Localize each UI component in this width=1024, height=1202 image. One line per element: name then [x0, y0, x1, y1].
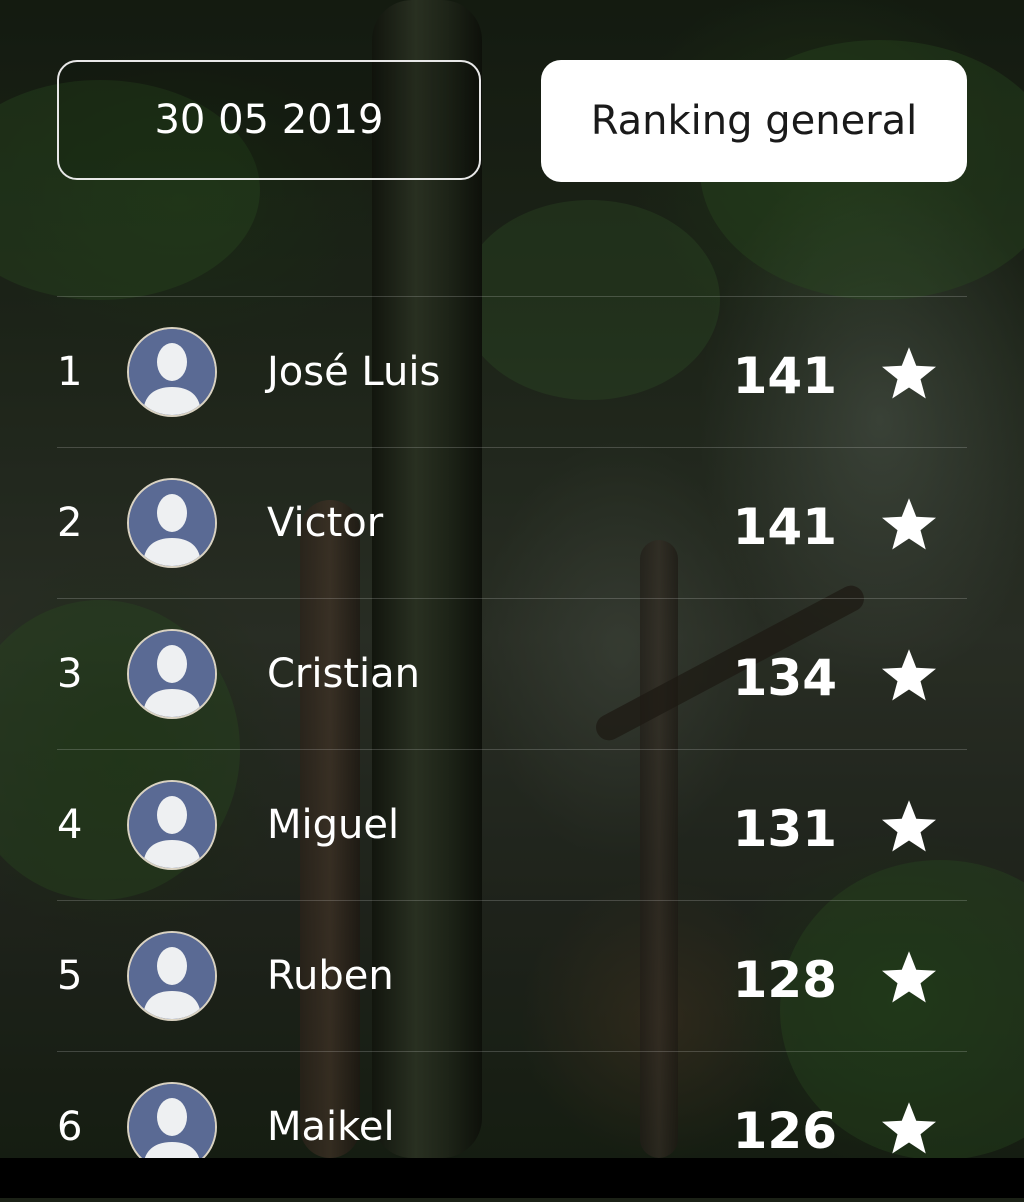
player-name: Ruben	[267, 953, 394, 999]
bottom-bar	[0, 1158, 1024, 1198]
date-button[interactable]: 30 05 2019	[57, 60, 481, 180]
player-name: José Luis	[267, 349, 441, 395]
star-icon[interactable]	[879, 949, 939, 1007]
ranking-general-button[interactable]: Ranking general	[541, 60, 967, 182]
star-icon[interactable]	[879, 798, 939, 856]
header: 30 05 2019 Ranking general	[57, 60, 967, 182]
player-name: Cristian	[267, 651, 420, 697]
rank-position: 4	[57, 802, 83, 848]
star-icon[interactable]	[879, 647, 939, 705]
user-silhouette-icon	[129, 782, 215, 868]
star-icon[interactable]	[879, 1100, 939, 1158]
player-name: Victor	[267, 500, 384, 546]
ranking-row[interactable]: 2 Victor 141	[57, 447, 967, 598]
user-silhouette-icon	[129, 933, 215, 1019]
avatar	[127, 931, 217, 1021]
avatar	[127, 780, 217, 870]
player-points: 141	[732, 498, 837, 556]
player-points: 134	[732, 649, 837, 707]
user-silhouette-icon	[129, 631, 215, 717]
rank-position: 1	[57, 349, 83, 395]
star-icon[interactable]	[879, 496, 939, 554]
user-silhouette-icon	[129, 480, 215, 566]
star-icon[interactable]	[879, 345, 939, 403]
avatar	[127, 327, 217, 417]
player-points: 128	[732, 951, 837, 1009]
player-name: Miguel	[267, 802, 400, 848]
user-silhouette-icon	[129, 329, 215, 415]
ranking-list: 1 José Luis 141 2 Victor 141 3 Cristian …	[57, 296, 967, 1202]
player-points: 141	[732, 347, 837, 405]
rank-position: 5	[57, 953, 83, 999]
ranking-row[interactable]: 3 Cristian 134	[57, 598, 967, 749]
rank-position: 6	[57, 1104, 83, 1150]
avatar	[127, 478, 217, 568]
player-name: Maikel	[267, 1104, 395, 1150]
rank-position: 2	[57, 500, 83, 546]
avatar	[127, 629, 217, 719]
ranking-row[interactable]: 1 José Luis 141	[57, 296, 967, 447]
ranking-row[interactable]: 4 Miguel 131	[57, 749, 967, 900]
rank-position: 3	[57, 651, 83, 697]
player-points: 131	[732, 800, 837, 858]
player-points: 126	[732, 1102, 837, 1160]
ranking-row[interactable]: 5 Ruben 128	[57, 900, 967, 1051]
